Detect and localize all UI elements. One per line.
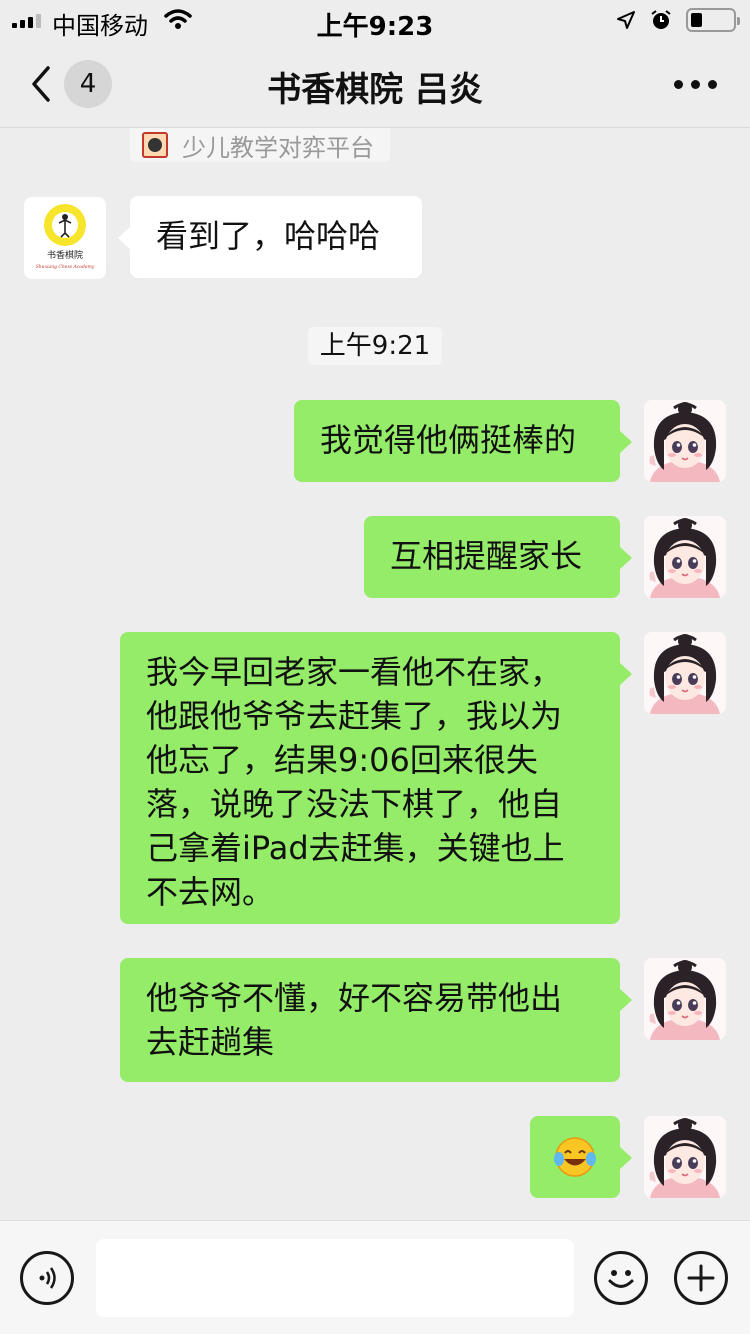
message-bubble[interactable]: 我觉得他俩挺棒的 — [294, 400, 632, 482]
school-logo-icon: 书香棋院 Shuxiang Chess Academy — [36, 204, 95, 270]
message-bubble[interactable]: 互相提醒家长 — [364, 516, 632, 598]
avatar[interactable] — [644, 400, 726, 482]
user-avatar-illustration — [644, 958, 726, 1040]
user-avatar-illustration — [644, 400, 726, 482]
message-line: 他忘了，结果9:06回来很失 — [146, 741, 538, 779]
avatar[interactable] — [644, 516, 726, 598]
avatar[interactable] — [644, 958, 726, 1040]
user-avatar-illustration — [644, 516, 726, 598]
chess-board-icon — [142, 132, 168, 158]
avatar[interactable] — [644, 632, 726, 714]
battery-level — [691, 13, 702, 27]
chat-header: 4 书香棋院 吕炎 — [0, 40, 750, 128]
shared-card[interactable]: 少儿教学对弈平台 — [130, 128, 390, 162]
message-bubble[interactable]: 他爷爷不懂，好不容易带他出 去赶趟集 — [120, 958, 632, 1082]
message-bubble[interactable]: 我今早回老家一看他不在家， 他跟他爷爷去赶集了，我以为 他忘了，结果9:06回来… — [120, 632, 632, 924]
school-avatar-subtitle: Shuxiang Chess Academy — [36, 264, 95, 270]
battery-icon — [686, 8, 740, 32]
input-bar — [0, 1220, 750, 1334]
user-avatar-illustration — [644, 1116, 726, 1198]
time-divider: 上午9:21 — [308, 327, 442, 365]
message-line: 不去网。 — [146, 873, 275, 911]
user-avatar-illustration — [644, 632, 726, 714]
shared-card-label: 少儿教学对弈平台 — [182, 133, 374, 162]
avatar[interactable]: 书香棋院 Shuxiang Chess Academy — [24, 197, 106, 279]
message-text: 互相提醒家长 — [390, 537, 583, 575]
message-line: 他跟他爷爷去赶集了，我以为 — [146, 697, 563, 735]
alarm-icon — [651, 10, 671, 29]
message-text: 我觉得他俩挺棒的 — [320, 421, 577, 459]
plus-icon[interactable] — [674, 1251, 728, 1305]
chat-title: 书香棋院 吕炎 — [267, 70, 483, 110]
voice-icon[interactable] — [20, 1251, 74, 1305]
message-line: 他爷爷不懂，好不容易带他出 — [146, 979, 563, 1017]
avatar[interactable] — [644, 1116, 726, 1198]
message-bubble[interactable] — [530, 1116, 632, 1198]
school-avatar-name: 书香棋院 — [47, 249, 83, 261]
laughing-tears-emoji-icon — [554, 1137, 596, 1177]
message-line: 己拿着iPad去赶集，关键也上 — [146, 829, 565, 867]
message-line: 落，说晚了没法下棋了，他自 — [146, 785, 563, 823]
message-input[interactable] — [96, 1239, 574, 1317]
location-icon — [617, 11, 635, 29]
status-bar: 中国移动 上午9:23 — [0, 0, 750, 42]
emoji-face-icon[interactable] — [594, 1251, 648, 1305]
message-bubble[interactable]: 看到了，哈哈哈 — [118, 196, 422, 278]
message-line: 去赶趟集 — [146, 1023, 275, 1061]
message-line: 我今早回老家一看他不在家， — [146, 653, 563, 691]
more-dots-icon[interactable] — [674, 70, 722, 98]
message-text: 看到了，哈哈哈 — [156, 217, 381, 255]
